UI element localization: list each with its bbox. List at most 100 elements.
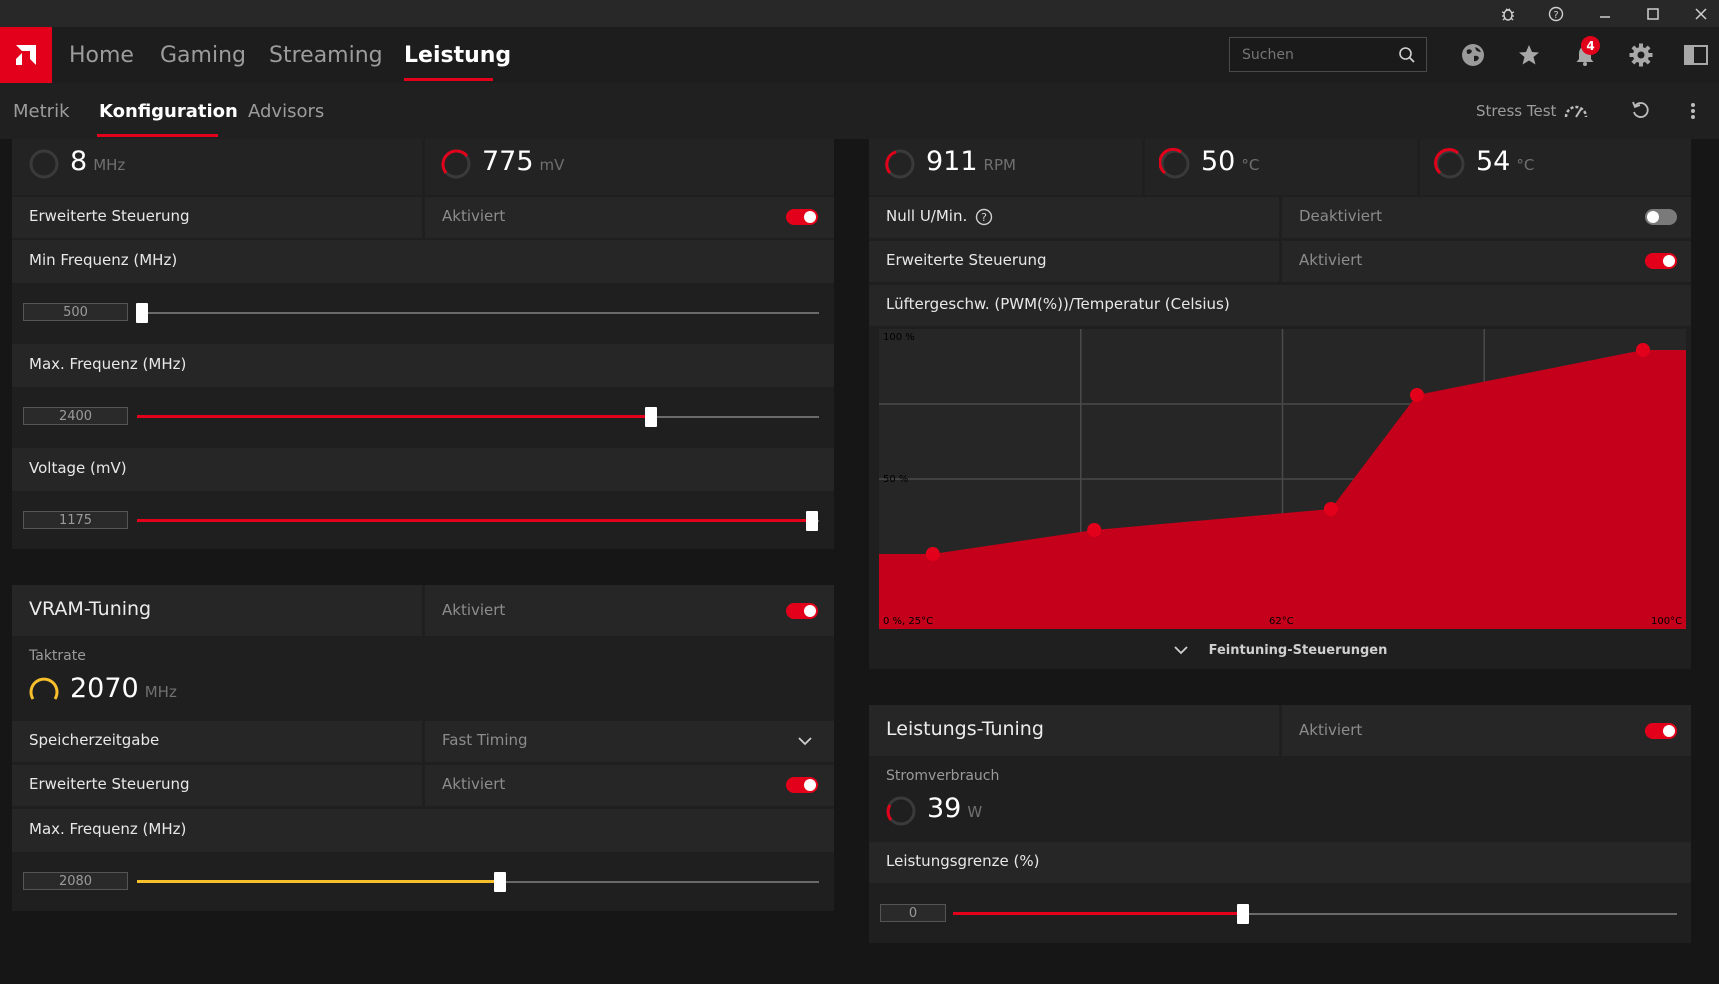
temp2-gauge-icon — [1434, 148, 1465, 179]
temp2-unit: °C — [1516, 156, 1535, 174]
vram-status: Aktiviert — [442, 601, 506, 619]
search-icon[interactable] — [1398, 46, 1416, 64]
voltage-row — [12, 448, 834, 491]
vram-clock-readout: 2070 MHz — [70, 673, 177, 704]
power-status: Aktiviert — [1299, 721, 1363, 739]
max-freq-slider-thumb[interactable] — [645, 407, 657, 427]
gpu-clock-unit: MHz — [93, 156, 126, 174]
gpu-clock-value: 8 — [70, 146, 88, 177]
stress-test-gauge-icon[interactable] — [1563, 100, 1589, 124]
gpu-voltage-unit: mV — [539, 156, 565, 174]
subnav-active-indicator — [97, 134, 218, 137]
power-title: Leistungs-Tuning — [886, 718, 1044, 740]
fine-tuning-toggle[interactable]: Feintuning-Steuerungen — [869, 631, 1691, 669]
fan-rpm-value: 911 — [926, 146, 978, 177]
vram-max-freq-label: Max. Frequenz (MHz) — [29, 820, 187, 838]
max-freq-input[interactable]: 2400 — [23, 407, 128, 425]
min-freq-input[interactable]: 500 — [23, 303, 128, 321]
vram-advanced-toggle[interactable] — [786, 777, 818, 793]
voltage-slider-thumb[interactable] — [806, 511, 818, 531]
fan-curve-chart[interactable]: 100 % 50 % 0 %, 25°C 62°C 100°C — [879, 329, 1686, 629]
x-tick-label: 0 %, 25°C — [883, 616, 933, 627]
nav-tab-gaming[interactable]: Gaming — [160, 27, 246, 83]
amd-logo[interactable] — [0, 27, 52, 83]
voltage-input[interactable]: 1175 — [23, 511, 128, 529]
fan-curve-point[interactable] — [1323, 502, 1338, 516]
title-bar — [0, 0, 1719, 27]
power-gauge-icon — [886, 796, 916, 826]
max-freq-fill — [137, 415, 651, 418]
nav-tab-leistung[interactable]: Leistung — [404, 27, 511, 83]
fine-tuning-label[interactable]: Feintuning-Steuerungen — [1209, 643, 1388, 658]
sidebar-toggle-icon[interactable] — [1679, 38, 1713, 72]
chevron-down-icon[interactable] — [797, 735, 813, 747]
vram-clock-value: 2070 — [70, 673, 139, 704]
fan-advanced-label: Erweiterte Steuerung — [886, 251, 1047, 269]
nav-tab-streaming[interactable]: Streaming — [269, 27, 383, 83]
y-tick-label: 50 % — [883, 474, 908, 485]
x-tick-label: 62°C — [1269, 616, 1294, 627]
bug-icon[interactable] — [1493, 0, 1523, 27]
fan-rpm-gauge-icon — [885, 149, 915, 179]
vram-title: VRAM-Tuning — [29, 598, 152, 620]
fan-rpm-unit: RPM — [983, 156, 1016, 174]
temp1-unit: °C — [1241, 156, 1260, 174]
gpu-voltage-readout: 775 mV — [482, 146, 564, 177]
gpu-advanced-label: Erweiterte Steuerung — [29, 207, 190, 225]
vram-toggle[interactable] — [786, 603, 818, 619]
vram-max-freq-slider-thumb[interactable] — [494, 872, 506, 892]
more-options-icon[interactable] — [1689, 101, 1697, 125]
power-toggle[interactable] — [1645, 723, 1677, 739]
info-help-icon[interactable]: ? — [975, 208, 993, 226]
fan-curve-point[interactable] — [1635, 343, 1650, 357]
search-box[interactable] — [1229, 37, 1427, 72]
zero-rpm-label: Null U/Min. — [886, 207, 968, 225]
power-consumption-value: 39 — [927, 793, 962, 824]
fan-advanced-toggle[interactable] — [1645, 253, 1677, 269]
maximize-icon[interactable] — [1638, 0, 1668, 27]
settings-gear-icon[interactable] — [1624, 38, 1658, 72]
gpu-voltage-value: 775 — [482, 146, 534, 177]
x-tick-label: 100°C — [1651, 616, 1682, 627]
memory-timing-value[interactable]: Fast Timing — [442, 731, 528, 749]
fan-curve-point[interactable] — [925, 547, 940, 561]
fan-curve-point[interactable] — [1087, 523, 1102, 537]
notification-count-badge: 4 — [1581, 36, 1600, 55]
vram-clock-label: Taktrate — [29, 648, 86, 664]
stress-test-label[interactable]: Stress Test — [1476, 83, 1556, 139]
reset-icon[interactable] — [1630, 100, 1650, 124]
subtab-konfiguration[interactable]: Konfiguration — [99, 83, 238, 139]
svg-text:?: ? — [1553, 10, 1558, 21]
subtab-metrik[interactable]: Metrik — [13, 83, 70, 139]
nav-active-indicator — [404, 78, 493, 81]
globe-icon[interactable] — [1456, 38, 1490, 72]
power-limit-slider-thumb[interactable] — [1237, 904, 1249, 924]
vram-max-freq-input[interactable]: 2080 — [23, 872, 128, 890]
fan-curve-point[interactable] — [1410, 388, 1424, 402]
help-icon[interactable]: ? — [1541, 0, 1571, 27]
min-freq-track — [137, 312, 819, 314]
y-tick-label: 100 % — [883, 332, 915, 343]
fan-rpm-readout: 911 RPM — [926, 146, 1016, 177]
search-input[interactable] — [1240, 45, 1394, 64]
favorites-star-icon[interactable] — [1512, 38, 1546, 72]
min-freq-slider-thumb[interactable] — [136, 303, 148, 323]
subtab-advisors[interactable]: Advisors — [248, 83, 324, 139]
power-consumption-readout: 39 W — [927, 793, 982, 824]
power-limit-fill — [953, 912, 1242, 915]
nav-tab-home[interactable]: Home — [69, 27, 134, 83]
min-freq-label: Min Frequenz (MHz) — [29, 251, 178, 269]
gpu-voltage-gauge-icon — [441, 149, 471, 179]
svg-text:?: ? — [981, 211, 987, 224]
voltage-label: Voltage (mV) — [29, 459, 127, 477]
temp2-readout: 54 °C — [1476, 146, 1534, 177]
minimize-icon[interactable] — [1590, 0, 1620, 27]
temp1-gauge-icon — [1159, 148, 1190, 179]
zero-rpm-toggle[interactable] — [1645, 209, 1677, 225]
power-limit-input[interactable]: 0 — [880, 904, 946, 922]
chevron-down-icon[interactable] — [1173, 644, 1189, 656]
close-icon[interactable] — [1686, 0, 1716, 27]
power-limit-label: Leistungsgrenze (%) — [886, 852, 1040, 870]
gpu-advanced-toggle[interactable] — [786, 209, 818, 225]
vram-clock-unit: MHz — [144, 683, 177, 701]
